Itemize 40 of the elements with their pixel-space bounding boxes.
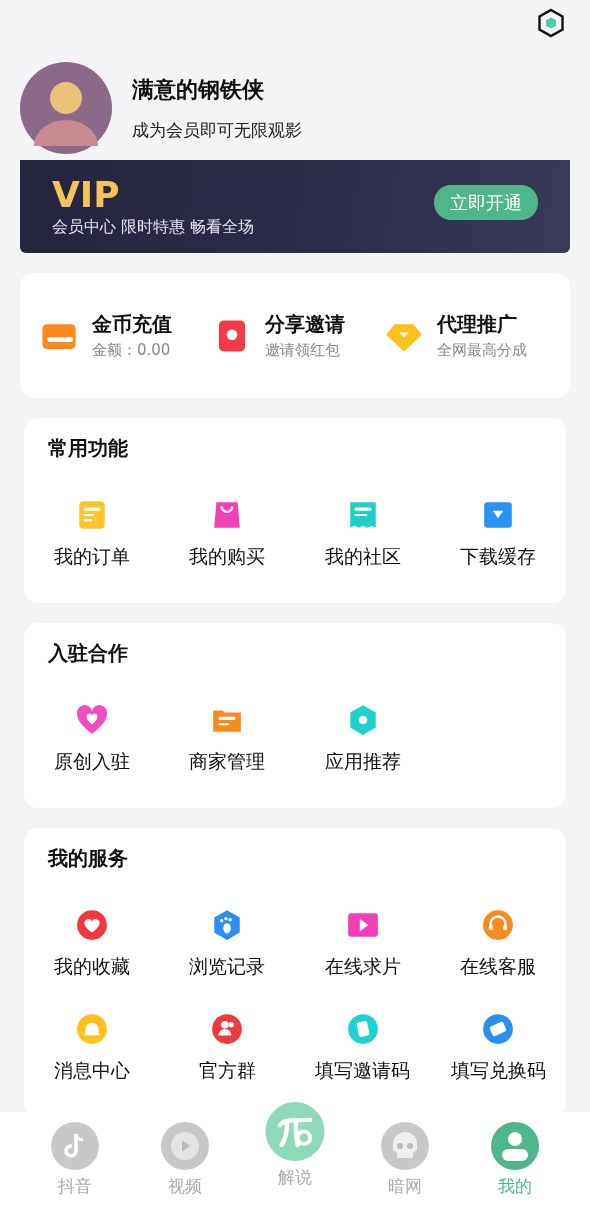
menu-item-label[interactable]: 商家管理 <box>189 749 266 773</box>
section-title: 入驻合作 <box>47 640 128 667</box>
quick-action-subtitle: 金额：0.00 <box>92 341 172 360</box>
vip-banner[interactable]: VIP 会员中心 限时特惠 畅看全场 立即开通 <box>20 160 570 253</box>
menu-item-label[interactable]: 我的收藏 <box>53 954 130 978</box>
skull-icon <box>381 1122 429 1170</box>
menu-item-label[interactable]: 在线求片 <box>324 954 401 978</box>
section-title: 我的服务 <box>46 845 128 872</box>
quick-action-subtitle: 邀请领红包 <box>264 341 341 360</box>
menu-item-label[interactable]: 填写兑换码 <box>450 1058 546 1082</box>
menu-item-label[interactable]: 填写邀请码 <box>315 1058 411 1082</box>
music-note-icon <box>51 1122 99 1170</box>
headset-icon <box>481 908 516 942</box>
coupon-icon <box>481 1012 516 1046</box>
vip-tagline: 会员中心 限时特惠 畅看全场 <box>52 217 255 238</box>
menu-item-label[interactable]: 消息中心 <box>53 1058 130 1082</box>
ticket-icon <box>345 1012 380 1046</box>
menu-item-label[interactable]: 下载缓存 <box>460 544 537 568</box>
people-icon <box>210 1012 245 1046</box>
person-icon <box>491 1122 539 1170</box>
menu-item-label[interactable]: 官方群 <box>198 1058 256 1082</box>
menu-item-label[interactable]: 我的社区 <box>324 544 401 568</box>
menu-item-label[interactable]: 浏览记录 <box>189 954 266 978</box>
quick-action-title[interactable]: 分享邀请 <box>264 311 345 337</box>
play-icon <box>161 1122 209 1170</box>
user-name: 满意的钢铁侠 <box>132 75 265 104</box>
menu-item-label[interactable]: 我的购买 <box>189 544 266 568</box>
member-hint: 成为会员即可无限观影 <box>132 118 302 142</box>
quick-action-title[interactable]: 金币充值 <box>92 311 172 337</box>
bell-icon <box>74 1012 109 1046</box>
avatar[interactable] <box>20 62 112 154</box>
vip-label: VIP <box>52 175 120 215</box>
menu-item-label[interactable]: 我的订单 <box>53 544 130 568</box>
section-title: 常用功能 <box>47 435 128 462</box>
quick-action-subtitle: 全网最高分成 <box>437 341 528 360</box>
menu-item-label[interactable]: 应用推荐 <box>324 749 401 773</box>
quick-action-title[interactable]: 代理推广 <box>437 311 528 337</box>
menu-item-label[interactable]: 原创入驻 <box>53 749 130 773</box>
menu-item-label[interactable]: 在线客服 <box>460 954 537 978</box>
settings-icon[interactable] <box>536 8 566 38</box>
